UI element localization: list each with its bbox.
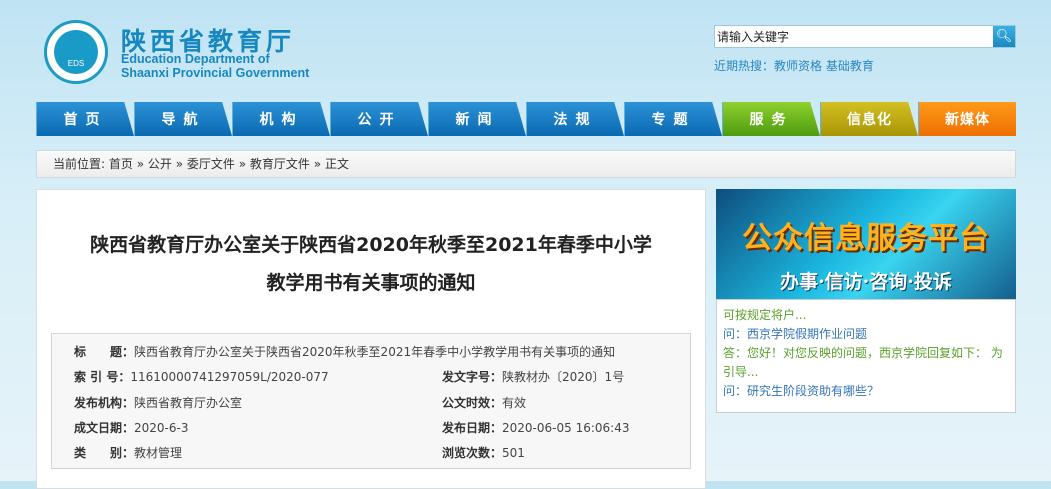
qa-list: 可按规定将户... 问：西京学院假期作业问题 答：您好！对您反映的问题，西京学院…: [716, 299, 1016, 413]
search-icon: 🔍︎: [995, 29, 1013, 44]
hot-link[interactable]: 教师资格: [774, 59, 822, 73]
nav-informatization[interactable]: 信息化: [820, 102, 918, 136]
meta-org: 陕西省教育厅办公室: [134, 396, 243, 410]
article-panel: 陕西省教育厅办公室关于陕西省2020年秋季至2021年春季中小学 教学用书有关事项…: [36, 189, 706, 489]
public-service-banner[interactable]: 公众信息服务平台 办事·信访·咨询·投诉: [716, 189, 1016, 299]
meta-docno: 陕教材办〔2020〕1号: [502, 370, 625, 384]
search-input[interactable]: [715, 26, 993, 47]
nav-news[interactable]: 新闻: [428, 102, 526, 136]
nav-new-media[interactable]: 新媒体: [918, 102, 1016, 136]
hot-link[interactable]: 基础教育: [826, 59, 874, 73]
nav-public[interactable]: 公开: [330, 102, 428, 136]
meta-category: 教材管理: [134, 446, 183, 460]
logo-emblem: EDS: [54, 30, 98, 74]
nav-guide[interactable]: 导航: [134, 102, 232, 136]
qa-question[interactable]: 问：研究生阶段资助有哪些？: [723, 382, 1009, 401]
crumb-files[interactable]: 委厅文件: [187, 157, 235, 171]
crumb-home[interactable]: 首页: [109, 157, 133, 171]
crumb-public[interactable]: 公开: [148, 157, 172, 171]
main-nav: 首页 导航 机构 公开 新闻 法规 专题 服务 信息化 新媒体: [36, 102, 1016, 136]
nav-law[interactable]: 法规: [526, 102, 624, 136]
qa-question[interactable]: 问：西京学院假期作业问题: [723, 325, 1009, 344]
logo[interactable]: EDS: [44, 20, 108, 84]
breadcrumb: 当前位置: 首页 » 公开 » 委厅文件 » 教育厅文件 » 正文: [36, 150, 1016, 178]
meta-date: 2020-6-3: [134, 421, 189, 435]
meta-views: 501: [502, 446, 525, 460]
qa-answer[interactable]: 可按规定将户...: [723, 306, 1009, 325]
nav-org[interactable]: 机构: [232, 102, 330, 136]
article-title: 陕西省教育厅办公室关于陕西省2020年秋季至2021年春季中小学 教学用书有关事项…: [90, 234, 652, 294]
crumb-current: 正文: [324, 157, 349, 171]
nav-service[interactable]: 服务: [722, 102, 820, 136]
crumb-dept-files[interactable]: 教育厅文件: [250, 157, 310, 171]
qa-answer[interactable]: 答：您好！对您反映的问题，西京学院回复如下： 为引导...: [723, 344, 1009, 382]
hot-searches: 近期热搜：教师资格 基础教育: [714, 59, 874, 73]
meta-table: 标 题：陕西省教育厅办公室关于陕西省2020年秋季至2021年春季中小学教学用书…: [51, 333, 691, 469]
nav-topic[interactable]: 专题: [624, 102, 722, 136]
meta-title: 陕西省教育厅办公室关于陕西省2020年秋季至2021年春季中小学教学用书有关事项…: [134, 345, 616, 359]
meta-valid: 有效: [502, 396, 527, 410]
site-name-en: Education Department of Shaanxi Provincia…: [121, 52, 310, 80]
meta-pub-date: 2020-06-05 16:06:43: [502, 421, 630, 435]
nav-home[interactable]: 首页: [36, 102, 134, 136]
search-button[interactable]: 🔍︎: [993, 26, 1015, 47]
meta-index: 11610000741297059L/2020-077: [130, 370, 329, 384]
search-box: 🔍︎: [714, 25, 1016, 48]
